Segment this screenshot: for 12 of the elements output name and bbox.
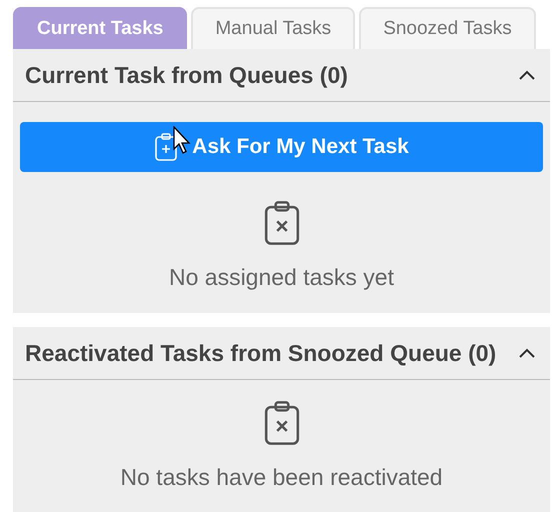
clipboard-x-icon [262,400,300,446]
tab[interactable]: Snoozed Tasks [359,7,536,49]
next-task-button[interactable]: Ask For My Next Task [20,122,543,172]
tab[interactable]: Current Tasks [13,7,188,49]
section-title: Reactivated Tasks from Snoozed Queue (0) [25,338,496,368]
tab[interactable]: Manual Tasks [191,7,356,49]
empty-message: No assigned tasks yet [168,264,394,291]
clipboard-x-icon [262,200,300,246]
clipboard-plus-icon [154,133,178,161]
cursor-icon [173,126,193,156]
section-title: Current Task from Queues (0) [25,60,348,90]
empty-message: No tasks have been reactivated [120,464,443,491]
